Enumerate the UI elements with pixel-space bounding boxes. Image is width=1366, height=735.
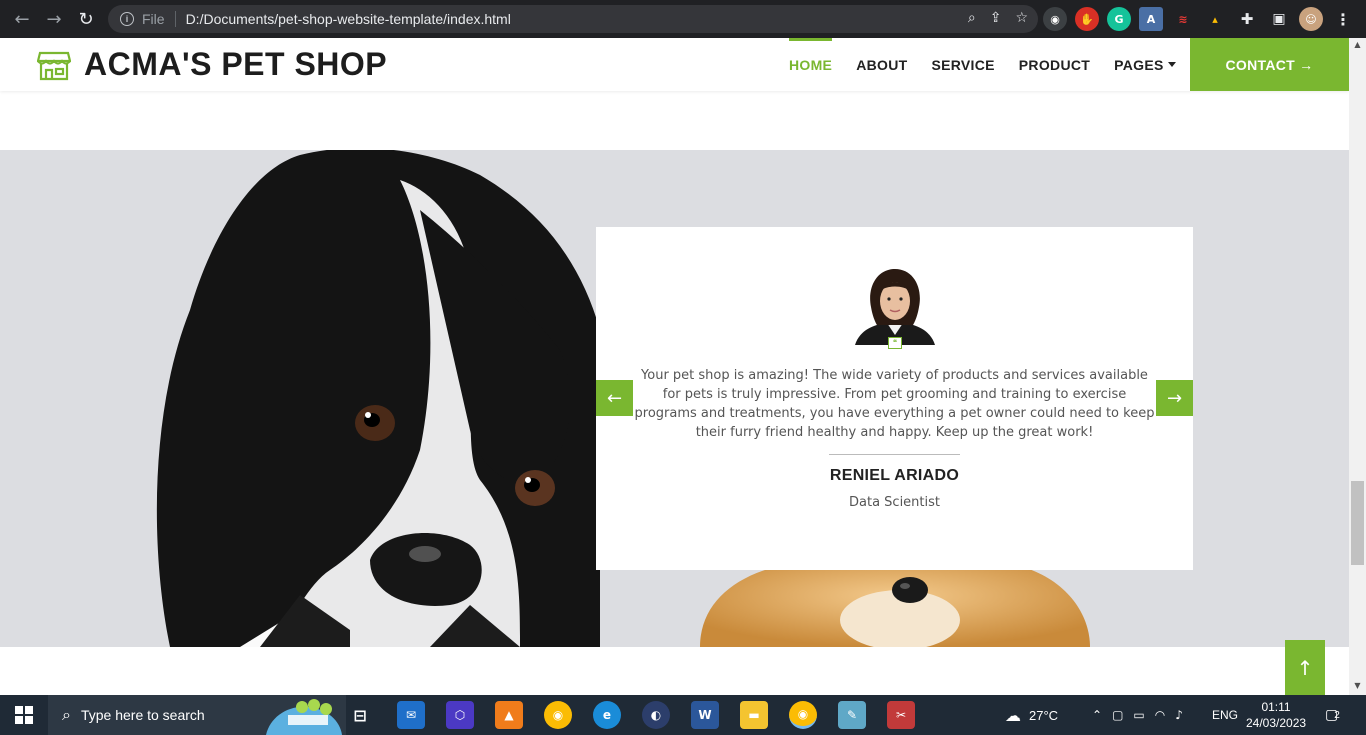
nav-pages-dropdown[interactable]: PAGES (1114, 38, 1176, 91)
search-placeholder: Type here to search (80, 707, 205, 723)
chrome-profile-icon[interactable]: ◉ (789, 701, 817, 729)
nav-about[interactable]: ABOUT (856, 38, 907, 91)
back-icon[interactable]: ← (6, 3, 38, 35)
author-role: Data Scientist (849, 495, 940, 510)
mail-app-icon[interactable]: ✉ (397, 701, 425, 729)
notification-count: 2 (1334, 709, 1340, 721)
reload-icon[interactable]: ↻ (70, 3, 102, 35)
volume-icon[interactable]: ♪ (1175, 708, 1183, 722)
address-bar[interactable]: i File D:/Documents/pet-shop-website-tem… (108, 5, 1038, 33)
nav-home[interactable]: HOME (789, 38, 833, 91)
back-to-top-button[interactable]: ↑ (1285, 640, 1325, 695)
author-name: RENIEL ARIADO (829, 467, 960, 484)
search-highlight-image (266, 699, 342, 735)
extension-cat-icon[interactable]: ▴ (1203, 7, 1227, 31)
info-icon[interactable]: i (120, 12, 134, 26)
taskbar-search-box[interactable]: ⌕ Type here to search (48, 695, 346, 735)
share-icon[interactable]: ⇪ (990, 10, 1002, 26)
extension-spy-icon[interactable]: ◉ (1043, 7, 1067, 31)
profile-avatar[interactable]: ☺ (1299, 7, 1323, 31)
tray-meet-icon[interactable]: ▢ (1112, 708, 1123, 722)
testimonial-card: ❝ Your pet shop is amazing! The wide var… (596, 227, 1193, 570)
extension-grammarly-icon[interactable]: G (1107, 7, 1131, 31)
next-testimonial-button[interactable]: → (1156, 380, 1193, 416)
author-avatar (855, 269, 935, 345)
app-hexagon-icon[interactable]: ⬡ (446, 701, 474, 729)
nav-product[interactable]: PRODUCT (1019, 38, 1090, 91)
divider (174, 11, 176, 27)
extensions-puzzle-icon[interactable]: ✚ (1235, 7, 1259, 31)
testimonial-section: ❝ Your pet shop is amazing! The wide var… (0, 150, 1349, 647)
clock-date: 24/03/2023 (1246, 716, 1307, 730)
testimonial-text: Your pet shop is amazing! The wide varie… (634, 368, 1155, 440)
scroll-up-icon[interactable]: ▲ (1351, 40, 1364, 52)
author-divider (829, 454, 960, 455)
star-icon[interactable]: ☆ (1015, 10, 1028, 26)
taskbar-clock[interactable]: 01:11 24/03/2023 (1246, 699, 1306, 731)
notepad-icon[interactable]: ✎ (838, 701, 866, 729)
scroll-down-icon[interactable]: ▼ (1351, 681, 1364, 693)
page-scrollbar[interactable] (1349, 38, 1366, 695)
windows-start-button[interactable] (0, 695, 48, 735)
browser-toolbar: ← → ↻ i File D:/Documents/pet-shop-websi… (0, 0, 1366, 38)
search-icon: ⌕ (62, 705, 71, 724)
notification-center[interactable]: ▢ 2 (1325, 695, 1340, 735)
clock-time: 01:11 (1261, 700, 1291, 714)
extension-hand-icon[interactable]: ✋ (1075, 7, 1099, 31)
prev-testimonial-button[interactable]: ← (596, 380, 633, 416)
extension-signal-icon[interactable]: ≋ (1171, 7, 1195, 31)
tray-chevron-icon[interactable]: ⌃ (1092, 708, 1102, 722)
brand-name[interactable]: ACMA'S PET SHOP (84, 46, 387, 83)
wifi-icon[interactable]: ◠ (1155, 708, 1165, 722)
main-nav: HOME ABOUT SERVICE PRODUCT PAGES (777, 38, 1188, 91)
weather-icon: ☁ (1005, 705, 1021, 725)
url-scheme: File (142, 11, 165, 27)
arrow-up-icon: ↑ (1296, 655, 1314, 680)
quote-icon: ❝ (888, 337, 902, 349)
file-explorer-icon[interactable]: ▬ (740, 701, 768, 729)
site-header: ACMA'S PET SHOP HOME ABOUT SERVICE PRODU… (0, 38, 1349, 91)
weather-temp: 27°C (1029, 707, 1059, 723)
arrow-left-icon: ← (606, 387, 623, 409)
tray-battery-icon[interactable]: ▭ (1133, 708, 1144, 722)
browser-menu-icon[interactable]: ⋮ (1331, 7, 1355, 31)
app-orange-icon[interactable]: ▲ (495, 701, 523, 729)
weather-widget[interactable]: ☁ 27°C (1005, 695, 1058, 735)
taskbar: ⌕ Type here to search ⊟ ✉ ⬡ ▲ ◉ e ◐ W ▬ … (0, 695, 1366, 735)
chrome-icon[interactable]: ◉ (544, 701, 572, 729)
caret-down-icon (1167, 62, 1176, 67)
contact-button[interactable]: CONTACT → (1190, 38, 1349, 91)
task-view-icon[interactable]: ⊟ (346, 701, 374, 729)
eclipse-icon[interactable]: ◐ (642, 701, 670, 729)
snip-tool-icon[interactable]: ✂ (887, 701, 915, 729)
edge-icon[interactable]: e (593, 701, 621, 729)
word-icon[interactable]: W (691, 701, 719, 729)
nav-pages-label: PAGES (1114, 56, 1164, 73)
zoom-icon[interactable]: ⌕ (968, 10, 976, 26)
extension-translate-icon[interactable]: A (1139, 7, 1163, 31)
scroll-thumb[interactable] (1351, 481, 1364, 565)
language-indicator[interactable]: ENG (1212, 695, 1238, 735)
arrow-right-icon: → (1166, 387, 1183, 409)
forward-icon[interactable]: → (38, 3, 70, 35)
url-text[interactable]: D:/Documents/pet-shop-website-template/i… (186, 11, 511, 27)
system-tray: ⌃ ▢ ▭ ◠ ♪ (1092, 695, 1183, 735)
side-panel-icon[interactable]: ▣ (1267, 7, 1291, 31)
shop-logo-icon[interactable] (37, 47, 71, 81)
nav-service[interactable]: SERVICE (931, 38, 994, 91)
windows-logo-icon (15, 706, 33, 724)
